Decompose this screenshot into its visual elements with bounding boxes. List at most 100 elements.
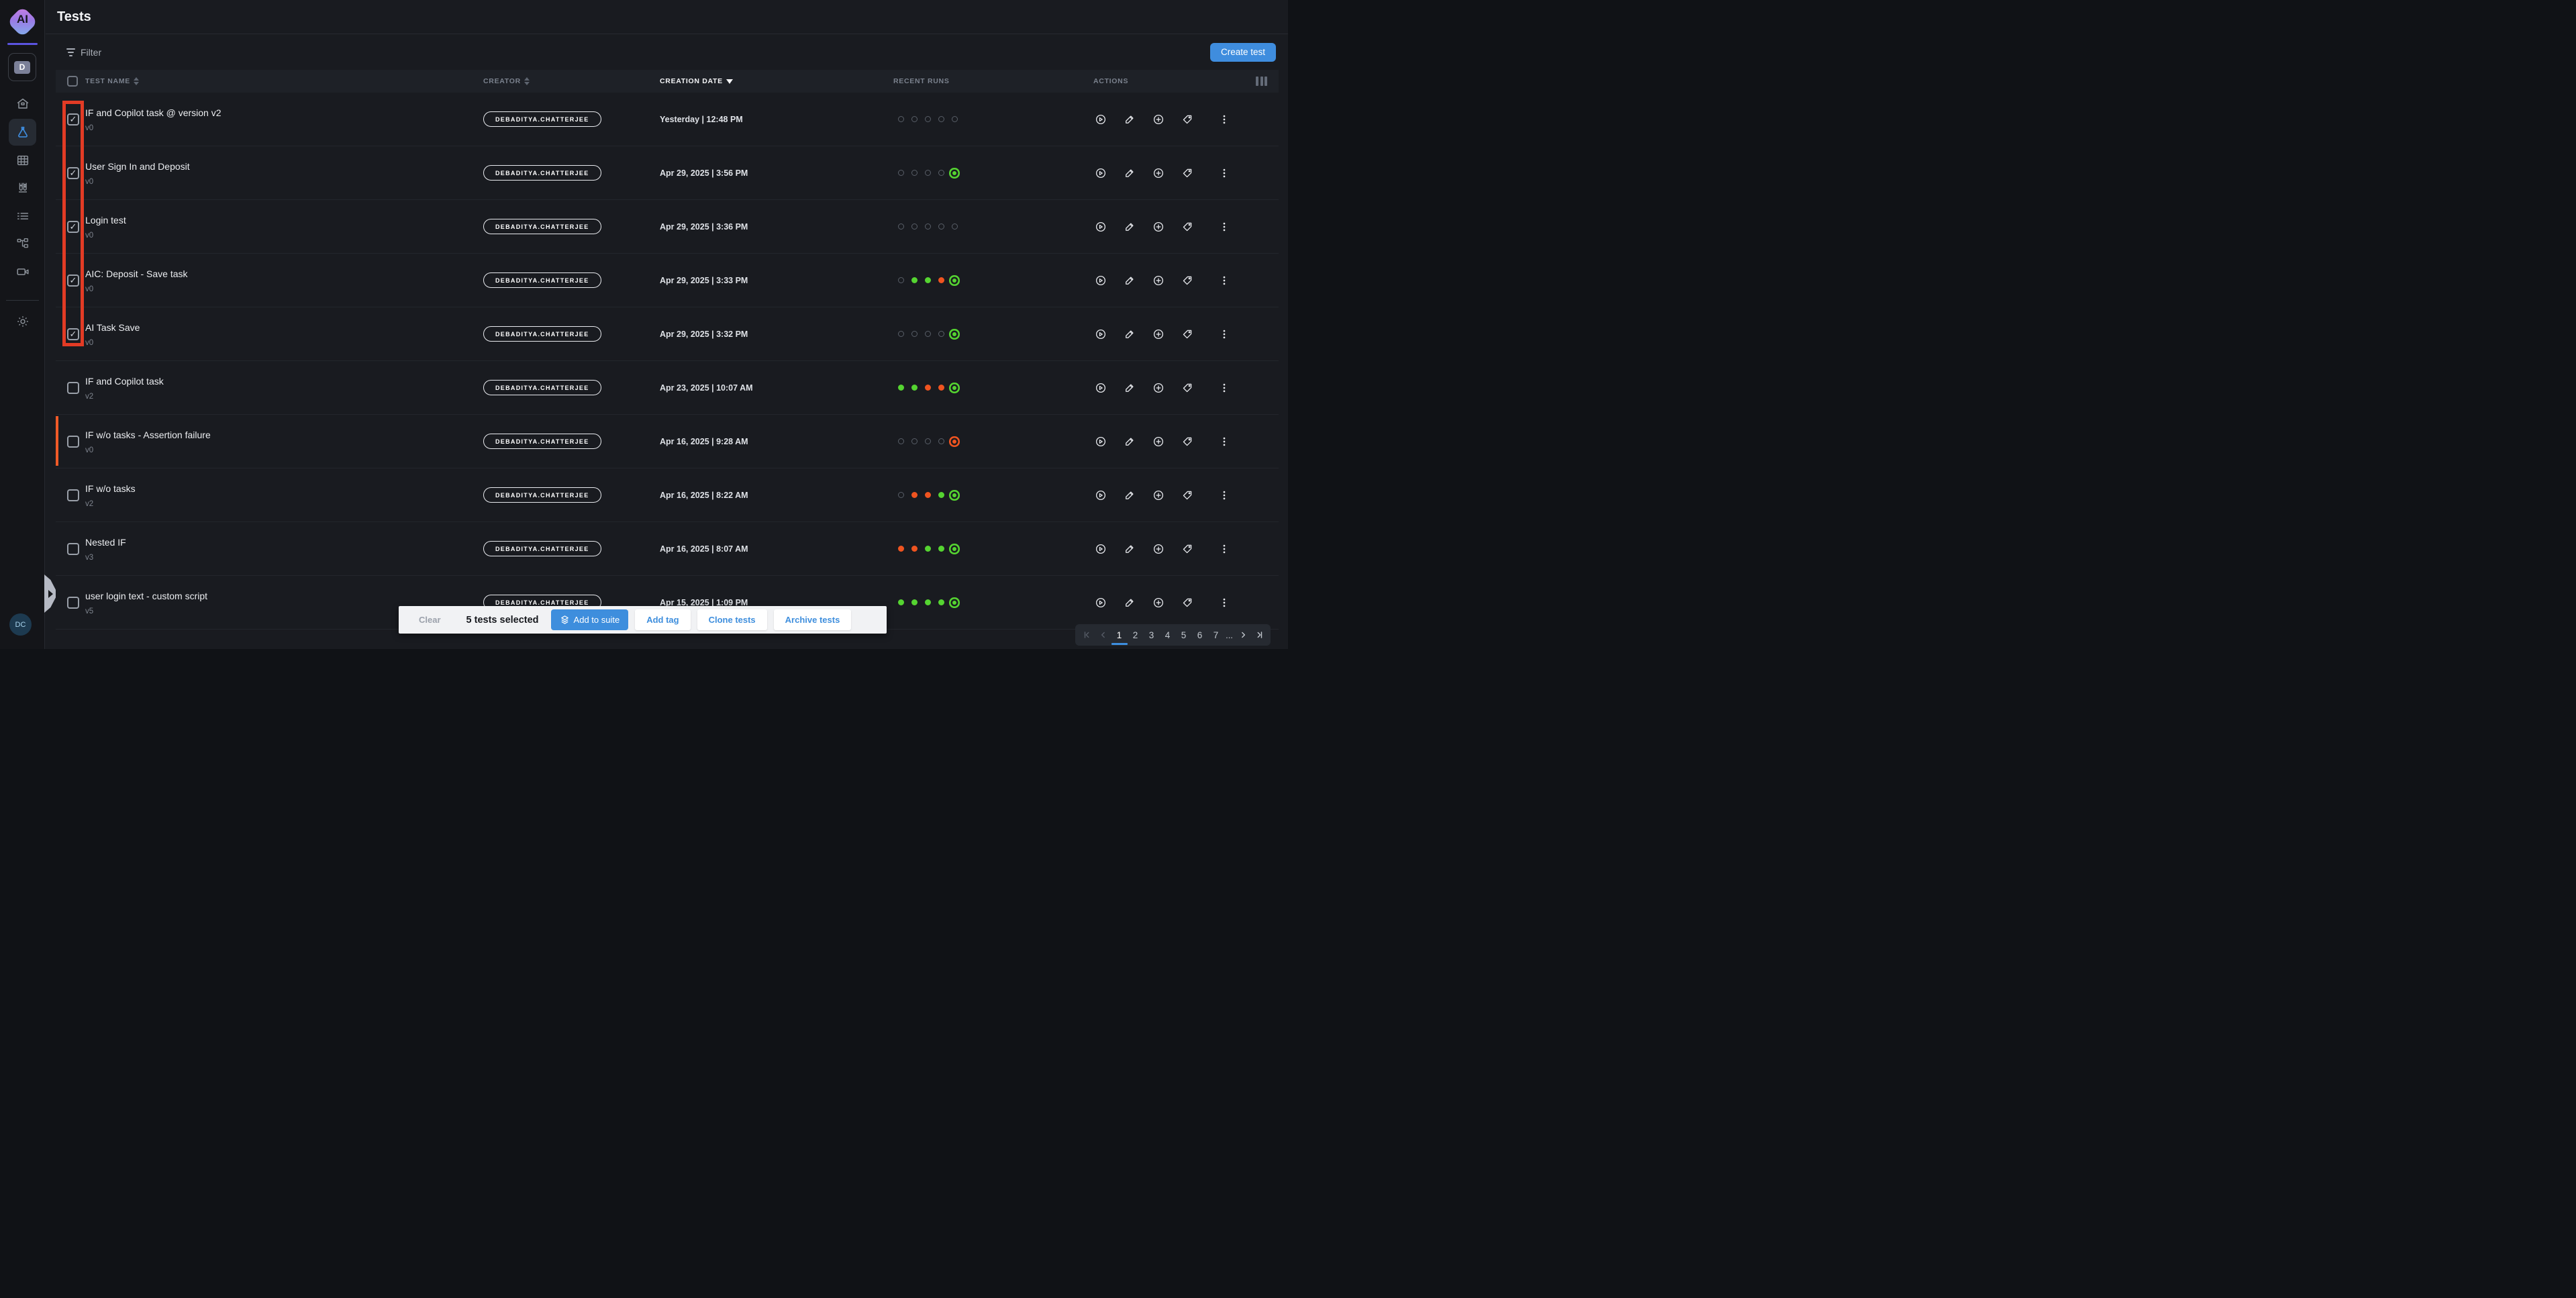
sidebar-item-test-tubes[interactable]	[9, 174, 36, 201]
run-status-dot[interactable]	[911, 170, 918, 176]
run-test-button[interactable]	[1095, 167, 1107, 179]
user-avatar[interactable]: DC	[9, 613, 32, 636]
edit-test-button[interactable]	[1124, 489, 1136, 501]
add-to-suite-row-button[interactable]	[1152, 436, 1165, 448]
edit-test-button[interactable]	[1124, 274, 1136, 287]
tag-button[interactable]	[1181, 113, 1193, 126]
page-number-7[interactable]: 7	[1208, 624, 1224, 646]
first-page-button[interactable]	[1079, 624, 1095, 646]
sidebar-item-home[interactable]	[9, 91, 36, 117]
test-name[interactable]: Nested IF	[85, 537, 483, 548]
table-row[interactable]: ✓ IF and Copilot task v2 DEBADITYA.CHATT…	[56, 361, 1279, 415]
run-test-button[interactable]	[1095, 221, 1107, 233]
sidebar-item-tests[interactable]	[9, 119, 36, 146]
sidebar-item-tree[interactable]	[9, 230, 36, 257]
run-status-dot[interactable]	[938, 170, 944, 176]
kebab-menu-icon[interactable]	[1218, 113, 1230, 126]
run-status-dot[interactable]	[952, 116, 958, 122]
select-all-checkbox[interactable]	[67, 76, 78, 87]
run-status-dot[interactable]	[925, 170, 931, 176]
row-checkbox[interactable]: ✓	[67, 113, 79, 126]
edit-test-button[interactable]	[1124, 221, 1136, 233]
run-status-dot[interactable]	[938, 223, 944, 230]
workspace-switcher[interactable]: D	[8, 53, 36, 81]
row-checkbox[interactable]: ✓	[67, 382, 79, 394]
kebab-menu-icon[interactable]	[1218, 274, 1230, 287]
run-status-dot[interactable]	[898, 492, 904, 498]
run-status-dot[interactable]	[911, 438, 918, 444]
prev-page-button[interactable]	[1095, 624, 1111, 646]
add-to-suite-row-button[interactable]	[1152, 328, 1165, 340]
add-to-suite-row-button[interactable]	[1152, 167, 1165, 179]
tag-button[interactable]	[1181, 167, 1193, 179]
run-status-dot[interactable]	[898, 438, 904, 444]
tag-button[interactable]	[1181, 597, 1193, 609]
test-name[interactable]: Login test	[85, 215, 483, 226]
run-status-dot[interactable]	[938, 599, 944, 605]
table-row[interactable]: ✓ User Sign In and Deposit v0 DEBADITYA.…	[56, 146, 1279, 200]
run-status-dot[interactable]	[911, 277, 918, 283]
sidebar-item-checklist[interactable]	[9, 203, 36, 230]
run-status-dot[interactable]	[898, 599, 904, 605]
run-status-dot[interactable]	[938, 438, 944, 444]
kebab-menu-icon[interactable]	[1218, 436, 1230, 448]
clear-selection-button[interactable]: Clear	[419, 615, 441, 625]
run-status-dot[interactable]	[952, 440, 956, 444]
table-row[interactable]: ✓ Nested IF v3 DEBADITYA.CHATTERJEE Apr …	[56, 522, 1279, 576]
run-status-dot[interactable]	[938, 546, 944, 552]
row-checkbox[interactable]: ✓	[67, 167, 79, 179]
tag-button[interactable]	[1181, 328, 1193, 340]
run-test-button[interactable]	[1095, 328, 1107, 340]
table-row[interactable]: ✓ IF w/o tasks - Assertion failure v0 DE…	[56, 415, 1279, 468]
run-test-button[interactable]	[1095, 543, 1107, 555]
add-to-suite-row-button[interactable]	[1152, 543, 1165, 555]
run-status-dot[interactable]	[925, 492, 931, 498]
kebab-menu-icon[interactable]	[1218, 382, 1230, 394]
sidebar-item-settings[interactable]	[9, 308, 36, 335]
add-to-suite-row-button[interactable]	[1152, 113, 1165, 126]
edit-test-button[interactable]	[1124, 597, 1136, 609]
test-name[interactable]: user login text - custom script	[85, 591, 483, 601]
run-status-dot[interactable]	[938, 116, 944, 122]
table-row[interactable]: ✓ AIC: Deposit - Save task v0 DEBADITYA.…	[56, 254, 1279, 307]
test-name[interactable]: IF w/o tasks - Assertion failure	[85, 430, 483, 440]
test-name[interactable]: IF and Copilot task	[85, 376, 483, 387]
sidebar-item-grid[interactable]	[9, 147, 36, 174]
edit-test-button[interactable]	[1124, 382, 1136, 394]
filter-button[interactable]: Filter	[66, 47, 101, 58]
kebab-menu-icon[interactable]	[1218, 597, 1230, 609]
page-number-1[interactable]: 1	[1111, 624, 1128, 646]
kebab-menu-icon[interactable]	[1218, 543, 1230, 555]
run-status-dot[interactable]	[925, 599, 931, 605]
run-status-dot[interactable]	[952, 332, 956, 336]
edit-test-button[interactable]	[1124, 328, 1136, 340]
edit-test-button[interactable]	[1124, 436, 1136, 448]
run-status-dot[interactable]	[952, 601, 956, 605]
run-status-dot[interactable]	[952, 223, 958, 230]
kebab-menu-icon[interactable]	[1218, 221, 1230, 233]
run-status-dot[interactable]	[938, 385, 944, 391]
run-status-dot[interactable]	[911, 492, 918, 498]
run-status-dot[interactable]	[952, 547, 956, 551]
create-test-button[interactable]: Create test	[1210, 43, 1276, 62]
run-status-dot[interactable]	[911, 385, 918, 391]
test-name[interactable]: AI Task Save	[85, 322, 483, 333]
run-status-dot[interactable]	[911, 331, 918, 337]
run-status-dot[interactable]	[911, 599, 918, 605]
add-tag-button[interactable]: Add tag	[635, 609, 690, 630]
run-status-dot[interactable]	[898, 385, 904, 391]
run-status-dot[interactable]	[938, 331, 944, 337]
run-status-dot[interactable]	[925, 546, 931, 552]
run-status-dot[interactable]	[898, 331, 904, 337]
kebab-menu-icon[interactable]	[1218, 328, 1230, 340]
row-checkbox[interactable]: ✓	[67, 328, 79, 340]
table-row[interactable]: ✓ AI Task Save v0 DEBADITYA.CHATTERJEE A…	[56, 307, 1279, 361]
tag-button[interactable]	[1181, 274, 1193, 287]
run-test-button[interactable]	[1095, 274, 1107, 287]
run-status-dot[interactable]	[952, 493, 956, 497]
run-test-button[interactable]	[1095, 489, 1107, 501]
run-status-dot[interactable]	[925, 277, 931, 283]
sidebar-item-recordings[interactable]	[9, 258, 36, 285]
last-page-button[interactable]	[1251, 624, 1267, 646]
add-to-suite-row-button[interactable]	[1152, 274, 1165, 287]
